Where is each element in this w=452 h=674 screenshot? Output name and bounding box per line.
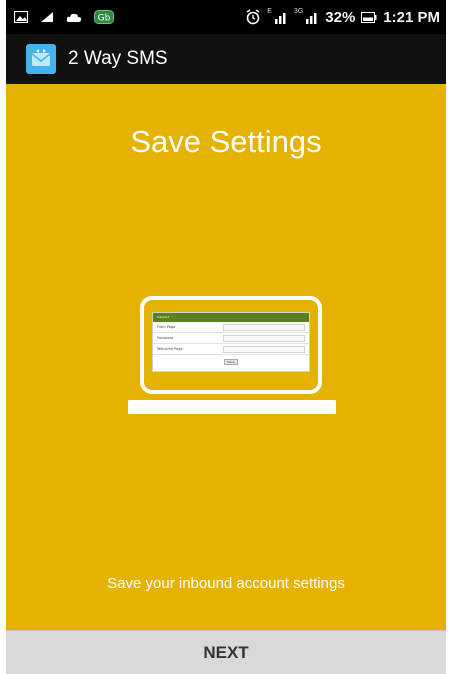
signal-bars-icon bbox=[274, 10, 288, 24]
form-header-label: Inbound bbox=[157, 315, 170, 319]
bottom-bar: NEXT bbox=[6, 630, 446, 674]
settings-form-preview: Inbound From Page Password Welcome Page … bbox=[152, 312, 310, 372]
form-field-label: From Page bbox=[157, 325, 176, 329]
page-title: Save Settings bbox=[130, 124, 322, 159]
form-row: From Page bbox=[153, 322, 309, 333]
app-title: 2 Way SMS bbox=[68, 48, 168, 69]
status-bar: Gb E 3G 32% 1:21 PM bbox=[6, 0, 446, 34]
network-type-1: E bbox=[267, 7, 272, 15]
form-input bbox=[223, 334, 305, 342]
form-input bbox=[223, 323, 305, 331]
cloud-icon bbox=[66, 11, 82, 23]
gb-notification-icon: Gb bbox=[94, 10, 114, 24]
next-button[interactable]: NEXT bbox=[203, 643, 248, 663]
form-row: Welcome Page bbox=[153, 344, 309, 355]
signal-arrow-icon bbox=[40, 11, 54, 23]
laptop-screen: Inbound From Page Password Welcome Page … bbox=[140, 296, 322, 394]
battery-icon bbox=[361, 11, 377, 23]
form-header: Inbound bbox=[153, 313, 309, 322]
app-icon[interactable] bbox=[26, 44, 56, 74]
laptop-base bbox=[128, 400, 336, 414]
image-icon bbox=[14, 11, 28, 23]
sms-icon bbox=[31, 49, 51, 66]
battery-percent: 32% bbox=[325, 8, 356, 26]
form-save-button: Save bbox=[224, 359, 238, 365]
status-left: Gb bbox=[14, 10, 114, 24]
status-right: E 3G 32% 1:21 PM bbox=[245, 7, 440, 26]
form-row: Password bbox=[153, 333, 309, 344]
alarm-icon bbox=[245, 9, 261, 25]
form-field-label: Password bbox=[157, 336, 174, 340]
form-input bbox=[223, 345, 305, 353]
gb-label: Gb bbox=[98, 14, 111, 24]
form-field-label: Welcome Page bbox=[157, 347, 183, 351]
network-type-2: 3G bbox=[293, 7, 304, 15]
action-bar: 2 Way SMS bbox=[6, 34, 446, 84]
laptop-illustration: Inbound From Page Password Welcome Page … bbox=[128, 296, 336, 416]
onboarding-panel: Save Settings Inbound From Page Password… bbox=[6, 84, 446, 630]
clock: 1:21 PM bbox=[383, 8, 440, 26]
signal-bars-icon bbox=[305, 10, 319, 24]
page-description: Save your inbound account settings bbox=[107, 575, 345, 592]
